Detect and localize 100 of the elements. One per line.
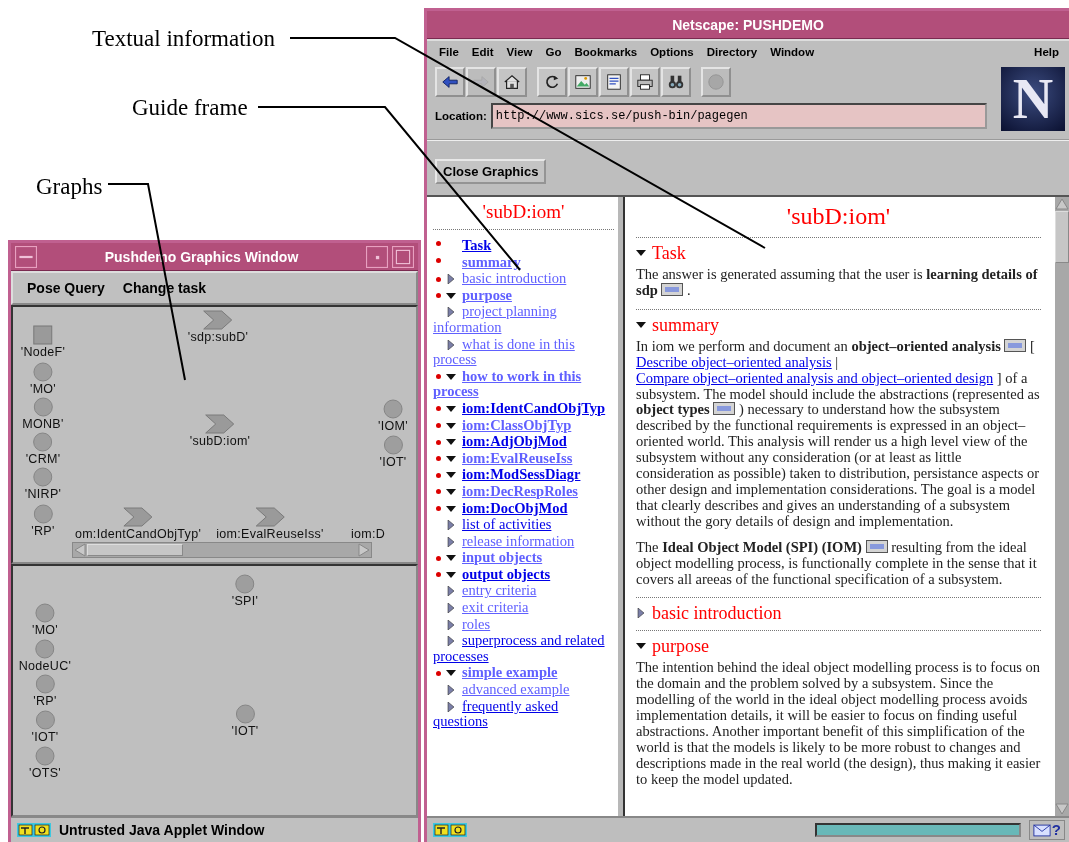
chevron-node-icon[interactable] — [255, 507, 285, 527]
expanded-icon[interactable] — [446, 403, 456, 414]
bullet-icon — [436, 276, 441, 282]
circle-node-icon[interactable] — [383, 399, 403, 419]
expanded-icon[interactable] — [636, 248, 646, 258]
circle-node-icon[interactable] — [33, 432, 53, 452]
expanded-icon[interactable] — [446, 290, 456, 301]
square-node-icon[interactable] — [33, 325, 53, 345]
guide-link[interactable]: iom:ModSessDiagr — [433, 467, 614, 483]
circle-node-icon[interactable] — [383, 435, 403, 455]
horizontal-scrollbar[interactable] — [72, 542, 372, 558]
circle-node-icon[interactable] — [235, 574, 255, 594]
collapsed-icon[interactable] — [446, 636, 456, 647]
chevron-node-icon[interactable] — [123, 507, 153, 527]
menu-item[interactable]: Window — [770, 46, 815, 58]
text-link[interactable]: Describe object–oriented analysis — [636, 353, 832, 370]
guide-link[interactable]: advanced example — [433, 682, 614, 698]
menu-item[interactable]: View — [506, 46, 533, 58]
info-icon[interactable] — [713, 402, 736, 416]
guide-link[interactable]: entry criteria — [433, 583, 614, 600]
guide-link[interactable]: iom:AdjObjMod — [433, 434, 614, 450]
reload-button[interactable] — [537, 67, 567, 97]
menu-item[interactable]: Pose Query — [27, 280, 105, 296]
expanded-icon[interactable] — [636, 319, 646, 330]
text-link[interactable]: Compare object–oriented analysis and object–oriented design — [636, 369, 994, 386]
collapsed-icon[interactable] — [446, 685, 456, 696]
guide-link[interactable]: Task — [433, 238, 614, 254]
collapsed-icon[interactable] — [446, 520, 456, 531]
collapsed-icon[interactable] — [446, 701, 456, 712]
guide-link[interactable]: how to work in this process — [433, 368, 614, 400]
section-heading[interactable]: purpose — [652, 635, 709, 658]
guide-link[interactable]: output objects — [433, 566, 614, 583]
mail-icon[interactable] — [1032, 823, 1051, 837]
guide-link[interactable]: input objects — [433, 550, 614, 566]
circle-node-icon[interactable] — [33, 504, 53, 524]
open-button[interactable] — [599, 67, 629, 97]
circle-node-icon[interactable] — [35, 603, 55, 623]
collapsed-icon[interactable] — [446, 307, 456, 318]
guide-link[interactable]: iom:EvalReuseIss — [433, 450, 614, 467]
maximize-icon[interactable] — [392, 245, 414, 268]
vertical-scrollbar[interactable] — [1055, 197, 1069, 816]
guide-link[interactable]: iom:IdentCandObjTyp — [433, 400, 614, 417]
menu-item[interactable]: Bookmarks — [574, 46, 638, 58]
circle-node-icon[interactable] — [35, 710, 55, 730]
guide-link[interactable]: basic introduction — [433, 271, 614, 287]
expanded-icon[interactable] — [446, 371, 456, 382]
scroll-thumb[interactable] — [87, 544, 183, 556]
expanded-icon[interactable] — [446, 420, 456, 431]
guide-link[interactable]: iom:DecRespRoles — [433, 483, 614, 500]
guide-link[interactable]: exit criteria — [433, 600, 614, 616]
circle-node-icon[interactable] — [33, 467, 53, 487]
collapsed-icon[interactable] — [636, 608, 646, 619]
guide-link[interactable]: iom:ClassObjTyp — [433, 417, 614, 434]
expanded-icon[interactable] — [446, 503, 456, 514]
images-button[interactable] — [568, 67, 598, 97]
menu-item[interactable]: Help — [1034, 46, 1059, 58]
expanded-icon[interactable] — [446, 453, 456, 464]
guide-link[interactable]: roles — [433, 616, 614, 633]
window-menu-icon[interactable] — [15, 245, 37, 268]
close-graphics-button[interactable]: Close Graphics — [435, 159, 547, 184]
guide-link[interactable]: list of activities — [433, 517, 614, 533]
collapsed-icon[interactable] — [446, 274, 456, 285]
chevron-node-icon[interactable] — [203, 310, 233, 330]
info-icon[interactable] — [661, 282, 684, 296]
info-icon[interactable] — [1004, 338, 1027, 352]
menu-item[interactable]: File — [439, 46, 459, 58]
collapsed-icon[interactable] — [446, 619, 456, 630]
guide-link[interactable]: release information — [433, 533, 614, 550]
section-heading[interactable]: basic introduction — [652, 602, 782, 625]
collapsed-icon[interactable] — [446, 536, 456, 547]
collapsed-icon[interactable] — [446, 586, 456, 597]
expanded-icon[interactable] — [446, 486, 456, 497]
menu-item[interactable]: Go — [545, 46, 562, 58]
guide-link[interactable]: frequently asked questions — [433, 698, 614, 730]
guide-link[interactable]: superprocess and related processes — [433, 633, 614, 665]
circle-node-icon[interactable] — [235, 704, 255, 724]
circle-node-icon[interactable] — [35, 674, 55, 694]
menu-item[interactable]: Directory — [706, 46, 758, 58]
circle-node-icon[interactable] — [33, 397, 53, 417]
print-button[interactable] — [630, 67, 660, 97]
scroll-thumb[interactable] — [1055, 211, 1069, 263]
circle-node-icon[interactable] — [33, 362, 53, 382]
menu-item[interactable]: Edit — [471, 46, 494, 58]
chevron-node-icon[interactable] — [205, 414, 235, 434]
info-icon[interactable] — [865, 539, 888, 553]
circle-node-icon[interactable] — [35, 746, 55, 766]
section-heading[interactable]: Task — [652, 242, 686, 264]
guide-link[interactable]: simple example — [433, 665, 614, 682]
collapsed-icon[interactable] — [446, 603, 456, 614]
guide-link[interactable]: iom:DocObjMod — [433, 500, 614, 517]
section-heading[interactable]: summary — [652, 313, 719, 336]
menu-item[interactable]: Options — [650, 46, 694, 58]
find-button[interactable] — [661, 67, 691, 97]
guide-link[interactable]: purpose — [433, 287, 614, 304]
home-button[interactable] — [497, 67, 527, 97]
node-label: 'OTS' — [29, 766, 61, 780]
circle-node-icon[interactable] — [35, 639, 55, 659]
back-button[interactable] — [435, 67, 465, 97]
expanded-icon[interactable] — [446, 569, 456, 580]
collapsed-icon[interactable] — [446, 339, 456, 350]
